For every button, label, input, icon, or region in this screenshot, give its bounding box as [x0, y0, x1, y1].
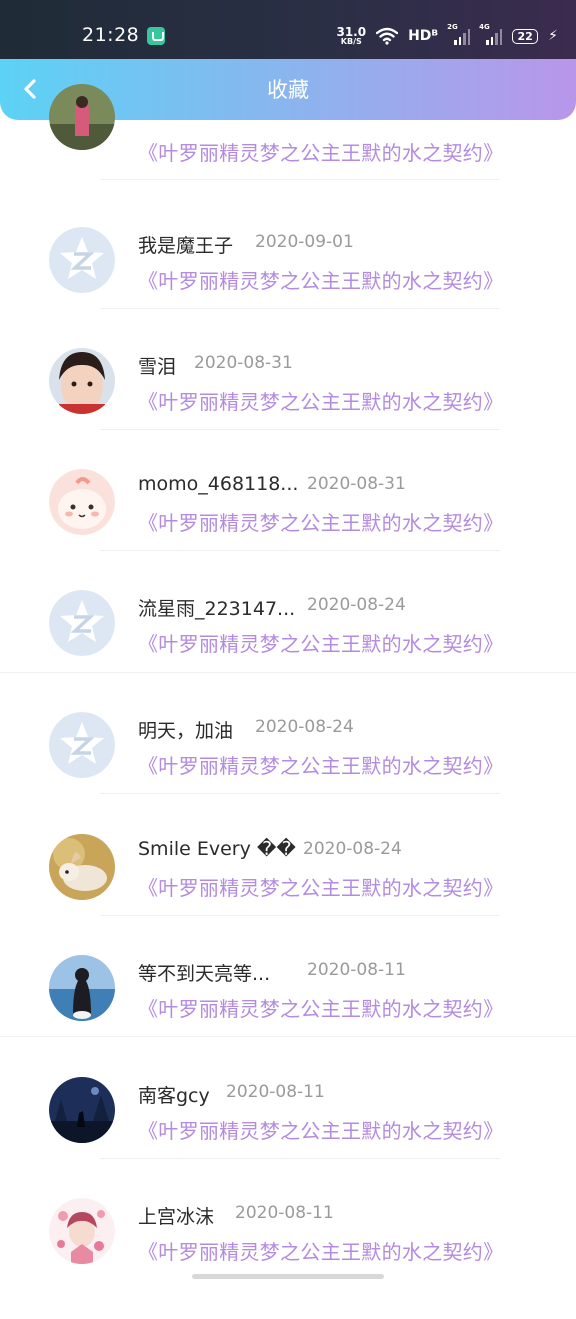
book-title: 《叶罗丽精灵梦之公主王默的水之契约》 — [138, 511, 504, 535]
list-item[interactable]: Smile Every �� 2020-08-24 《叶罗丽精灵梦之公主王默的水… — [0, 834, 576, 955]
avatar — [49, 348, 115, 414]
user-name: 雪泪 — [138, 356, 177, 378]
list-item[interactable]: 流星雨_223147... 2020-08-24 《叶罗丽精灵梦之公主王默的水之… — [0, 590, 576, 711]
list-item[interactable]: 我是魔王子 2020-09-01 《叶罗丽精灵梦之公主王默的水之契约》 — [0, 227, 576, 348]
avatar — [49, 84, 115, 150]
battery-level: 22 — [517, 29, 533, 43]
book-title: 《叶罗丽精灵梦之公主王默的水之契约》 — [138, 632, 504, 656]
date: 2020-08-24 — [307, 595, 406, 615]
signal-icon: 2G — [447, 23, 471, 45]
list-item[interactable]: momo_468118... 2020-08-31 《叶罗丽精灵梦之公主王默的水… — [0, 469, 576, 590]
net-speed-unit: KB/S — [340, 37, 362, 46]
signal-icon-2: 4G — [479, 23, 503, 45]
date: 2020-09-01 — [255, 232, 354, 252]
divider — [100, 915, 500, 916]
book-title: 《叶罗丽精灵梦之公主王默的水之契约》 — [138, 141, 504, 165]
avatar — [49, 955, 115, 1021]
date: 2020-08-24 — [255, 717, 354, 737]
wifi-icon — [376, 27, 399, 45]
divider — [100, 179, 500, 180]
list-item[interactable]: 等不到天亮等... 2020-08-11 《叶罗丽精灵梦之公主王默的水之契约》 — [0, 955, 576, 1076]
sim1-label: 2G — [447, 23, 458, 31]
user-name: 我是魔王子 — [138, 235, 234, 257]
date: 2020-08-11 — [226, 1082, 325, 1102]
avatar — [49, 469, 115, 535]
user-name: 等不到天亮等... — [138, 963, 271, 985]
user-name: 流星雨_223147... — [138, 598, 296, 620]
net-speed: 31.0 KB/S — [336, 26, 366, 46]
list-item[interactable]: 上宫冰沫 2020-08-11 《叶罗丽精灵梦之公主王默的水之契约》 — [0, 1198, 576, 1319]
divider — [100, 429, 500, 430]
battery-icon: 22 — [512, 28, 539, 44]
divider — [100, 1158, 500, 1159]
divider — [0, 672, 576, 673]
list-item[interactable]: 《叶罗丽精灵梦之公主王默的水之契约》 — [0, 84, 576, 234]
list-item[interactable]: 雪泪 2020-08-31 《叶罗丽精灵梦之公主王默的水之契约》 — [0, 348, 576, 469]
avatar — [49, 712, 115, 778]
user-name: 明天，加油 — [138, 720, 234, 742]
book-title: 《叶罗丽精灵梦之公主王默的水之契约》 — [138, 997, 504, 1021]
avatar — [49, 1198, 115, 1264]
list-item[interactable]: 明天，加油 2020-08-24 《叶罗丽精灵梦之公主王默的水之契约》 — [0, 712, 576, 833]
divider — [100, 550, 500, 551]
home-indicator[interactable] — [192, 1274, 384, 1279]
date: 2020-08-11 — [235, 1203, 334, 1223]
date: 2020-08-31 — [307, 474, 406, 494]
divider — [0, 1036, 576, 1037]
user-name: 南客gcy — [138, 1085, 210, 1107]
book-title: 《叶罗丽精灵梦之公主王默的水之契约》 — [138, 876, 504, 900]
avatar — [49, 590, 115, 656]
hd-label: HDᴮ — [408, 28, 439, 44]
status-time: 21:28 — [82, 24, 140, 46]
divider — [100, 793, 500, 794]
charging-icon: ⚡ — [548, 28, 558, 44]
user-name: 上宫冰沫 — [138, 1206, 215, 1228]
status-icons: 31.0 KB/S HDᴮ 2G 4G 22 ⚡ — [336, 23, 558, 49]
date: 2020-08-31 — [194, 353, 293, 373]
book-title: 《叶罗丽精灵梦之公主王默的水之契约》 — [138, 1119, 504, 1143]
book-title: 《叶罗丽精灵梦之公主王默的水之契约》 — [138, 269, 504, 293]
avatar — [49, 227, 115, 293]
date: 2020-08-11 — [307, 960, 406, 980]
sim2-label: 4G — [479, 23, 490, 31]
list-item[interactable]: 南客gcy 2020-08-11 《叶罗丽精灵梦之公主王默的水之契约》 — [0, 1077, 576, 1198]
book-title: 《叶罗丽精灵梦之公主王默的水之契约》 — [138, 754, 504, 778]
user-name: momo_468118... — [138, 473, 299, 495]
divider — [100, 308, 500, 309]
book-title: 《叶罗丽精灵梦之公主王默的水之契约》 — [138, 1240, 504, 1264]
avatar — [49, 834, 115, 900]
avatar — [49, 1077, 115, 1143]
date: 2020-08-24 — [303, 839, 402, 859]
book-title: 《叶罗丽精灵梦之公主王默的水之契约》 — [138, 390, 504, 414]
user-name: Smile Every �� — [138, 838, 296, 860]
app-notification-icon — [147, 27, 165, 45]
